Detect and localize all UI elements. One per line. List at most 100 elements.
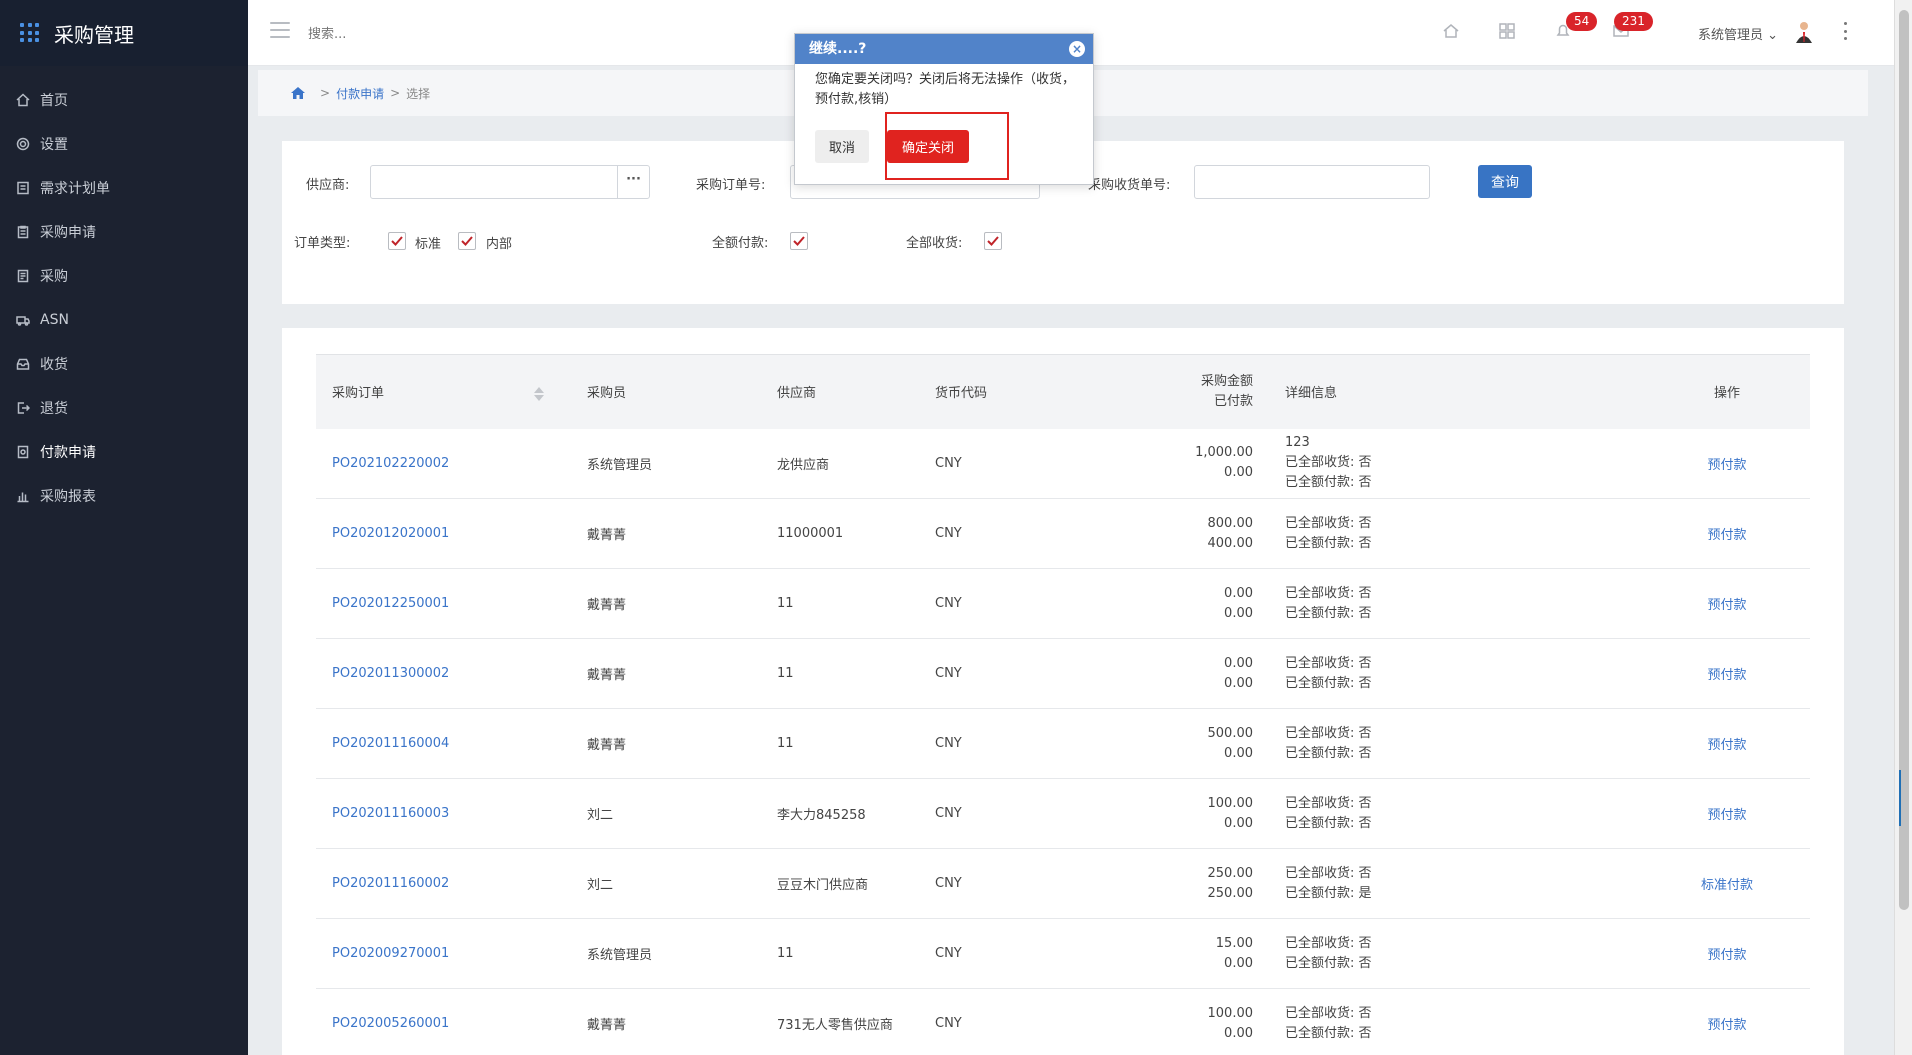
scroll-indicator <box>1899 770 1907 826</box>
po-number-label: 采购订单号: <box>696 178 766 193</box>
ops-cell: 预付款 <box>1644 709 1810 779</box>
supplier-field[interactable]: ··· <box>370 165 650 199</box>
table-row: PO202012250001 戴菁菁 11 CNY 0.00 0.00 已全部收货: 否已全… <box>316 569 1810 639</box>
table-header-row: 采购订单 采购员 供应商 货币代码 采购金额 已付款 详细信息 操作 <box>316 354 1810 429</box>
col-po[interactable]: 采购订单 <box>316 354 571 429</box>
col-supplier: 供应商 <box>761 354 919 429</box>
internal-checkbox[interactable] <box>458 232 476 250</box>
amount-cell: 100.00 0.00 <box>1109 779 1269 849</box>
amount-value: 500.00 <box>1207 725 1254 741</box>
notification-badge: 54 <box>1566 12 1598 31</box>
amount-value: 800.00 <box>1207 515 1254 531</box>
sidebar-item-asn[interactable]: ASN <box>0 298 248 342</box>
menu-toggle-icon[interactable] <box>270 22 290 42</box>
supplier-picker-button[interactable]: ··· <box>617 166 649 198</box>
standard-label: 标准 <box>415 237 442 252</box>
amount-cell: 800.00 400.00 <box>1109 499 1269 569</box>
paid-value: 0.00 <box>1224 465 1253 481</box>
apps-grid-icon[interactable] <box>20 23 40 43</box>
cancel-button[interactable]: 取消 <box>815 130 869 163</box>
po-link[interactable]: PO202011300002 <box>332 666 449 681</box>
po-link[interactable]: PO202012250001 <box>332 596 449 611</box>
sidebar-item-purchase[interactable]: 采购 <box>0 254 248 298</box>
more-menu-icon[interactable] <box>1844 22 1848 40</box>
order-type-label: 订单类型: <box>294 236 351 251</box>
home-icon[interactable] <box>1442 22 1462 42</box>
full-receive-checkbox[interactable] <box>984 232 1002 250</box>
detail-fullpaid: 已全额付款: 否 <box>1285 475 1372 491</box>
po-cell: PO202011160002 <box>316 849 571 919</box>
full-payment-checkbox[interactable] <box>790 232 808 250</box>
payment-action-link[interactable]: 预付款 <box>1707 948 1746 963</box>
po-link[interactable]: PO202009270001 <box>332 946 449 961</box>
po-cell: PO202012020001 <box>316 499 571 569</box>
sidebar-item-home[interactable]: 首页 <box>0 78 248 122</box>
payment-action-link[interactable]: 预付款 <box>1707 528 1746 543</box>
ops-cell: 预付款 <box>1644 499 1810 569</box>
home-icon <box>16 93 30 107</box>
col-ops: 操作 <box>1644 354 1810 429</box>
payment-action-link[interactable]: 标准付款 <box>1701 878 1753 893</box>
standard-checkbox[interactable] <box>388 232 406 250</box>
payment-action-link[interactable]: 预付款 <box>1707 1018 1746 1033</box>
sidebar-item-demand-plan[interactable]: 需求计划单 <box>0 166 248 210</box>
supplier-cell: 11 <box>777 666 794 681</box>
supplier-cell: 李大力845258 <box>777 808 866 823</box>
amount-cell: 0.00 0.00 <box>1109 569 1269 639</box>
sidebar-item-purchase-request[interactable]: 采购申请 <box>0 210 248 254</box>
sidebar-item-return[interactable]: 退货 <box>0 386 248 430</box>
po-link[interactable]: PO202011160002 <box>332 876 449 891</box>
page-scrollbar[interactable] <box>1894 0 1912 1055</box>
sort-icon[interactable] <box>534 386 545 401</box>
sidebar-item-settings[interactable]: 设置 <box>0 122 248 166</box>
brand: 采购管理 <box>0 0 248 66</box>
payment-action-link[interactable]: 预付款 <box>1707 458 1746 473</box>
receipt-number-input[interactable] <box>1194 165 1430 199</box>
po-cell: PO202005260001 <box>316 989 571 1055</box>
paid-value: 0.00 <box>1224 605 1253 621</box>
detail-cell: 已全部收货: 否已全额付款: 否 <box>1269 639 1644 709</box>
internal-label: 内部 <box>486 237 513 252</box>
po-link[interactable]: PO202011160004 <box>332 736 449 751</box>
query-button[interactable]: 查询 <box>1478 165 1532 198</box>
currency-cell: CNY <box>935 946 962 961</box>
apps-icon[interactable] <box>1498 22 1518 42</box>
close-icon[interactable]: × <box>1069 41 1085 57</box>
search-input[interactable] <box>308 22 608 46</box>
payment-action-link[interactable]: 预付款 <box>1707 738 1746 753</box>
col-buyer: 采购员 <box>571 354 761 429</box>
po-link[interactable]: PO202011160003 <box>332 806 449 821</box>
home-icon[interactable] <box>290 86 306 100</box>
avatar[interactable] <box>1793 20 1815 44</box>
detail-fullpaid: 已全额付款: 否 <box>1285 675 1372 691</box>
payment-action-link[interactable]: 预付款 <box>1707 598 1746 613</box>
table-row: PO202005260001 戴菁菁 731无人零售供应商 CNY 100.00 0.00… <box>316 989 1810 1055</box>
message-badge: 231 <box>1614 12 1653 31</box>
confirm-close-button[interactable]: 确定关闭 <box>887 130 969 163</box>
ops-cell: 预付款 <box>1644 569 1810 639</box>
po-link[interactable]: PO202102220002 <box>332 456 449 471</box>
sidebar-item-label: 采购报表 <box>40 489 96 505</box>
table-row: PO202102220002 系统管理员 龙供应商 CNY 1,000.00 0.00 12… <box>316 429 1810 499</box>
payment-action-link[interactable]: 预付款 <box>1707 808 1746 823</box>
user-menu[interactable]: 系统管理员 ⌄ <box>1698 24 1778 43</box>
sidebar-item-receive[interactable]: 收货 <box>0 342 248 386</box>
payment-action-link[interactable]: 预付款 <box>1707 668 1746 683</box>
supplier-cell: 11000001 <box>777 526 844 541</box>
buyer-cell: 戴菁菁 <box>587 738 627 753</box>
supplier-label: 供应商: <box>306 178 350 193</box>
currency-cell: CNY <box>935 1016 962 1031</box>
sidebar-item-payment-request[interactable]: 付款申请 <box>0 430 248 474</box>
detail-fullpaid: 已全额付款: 否 <box>1285 745 1372 761</box>
paid-value: 0.00 <box>1224 815 1253 831</box>
supplier-cell: 11 <box>777 946 794 961</box>
breadcrumb-link-payment-request[interactable]: 付款申请 <box>336 85 384 102</box>
po-link[interactable]: PO202005260001 <box>332 1016 449 1031</box>
detail-received: 已全部收货: 否 <box>1285 585 1372 601</box>
buyer-cell: 刘二 <box>587 808 614 823</box>
po-link[interactable]: PO202012020001 <box>332 526 449 541</box>
sidebar-item-purchase-report[interactable]: 采购报表 <box>0 474 248 518</box>
truck-icon <box>16 313 30 327</box>
detail-received: 已全部收货: 否 <box>1285 725 1372 741</box>
dialog-header: 继续....? × <box>795 34 1093 64</box>
